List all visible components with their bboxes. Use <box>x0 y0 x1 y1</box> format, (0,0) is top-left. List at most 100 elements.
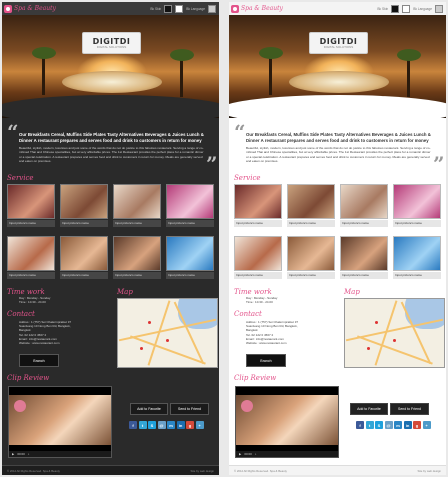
google-icon[interactable]: g <box>186 421 194 429</box>
service-thumbnail[interactable]: Input picture's name <box>60 184 108 227</box>
service-caption: Input picture's name <box>113 272 161 279</box>
play-icon[interactable]: ▶ <box>12 452 14 456</box>
service-image[interactable] <box>166 236 214 271</box>
service-image[interactable] <box>60 184 108 219</box>
email-icon[interactable]: @ <box>384 421 393 429</box>
facebook-icon[interactable]: f <box>129 421 137 429</box>
service-image[interactable] <box>234 236 282 271</box>
send-friend-button[interactable]: Send to Friend <box>390 403 429 415</box>
flower-image <box>241 400 253 412</box>
service-thumbnail[interactable]: Input picture's name <box>340 184 388 227</box>
service-thumbnail[interactable]: Input picture's name <box>113 236 161 279</box>
language-label: Bk Language <box>413 7 432 11</box>
close-quote-icon: ” <box>433 152 445 176</box>
service-thumbnail[interactable]: Input picture's name <box>7 236 55 279</box>
service-thumbnail[interactable]: Input picture's name <box>340 236 388 279</box>
service-image[interactable] <box>113 184 161 219</box>
volume-icon[interactable]: ♪ <box>255 452 257 456</box>
location-map[interactable] <box>344 298 445 368</box>
service-thumbnail[interactable]: Input picture's name <box>393 236 441 279</box>
twitter-icon[interactable]: t <box>138 421 147 429</box>
intro-section: “ Our Breakfasts Cereal, Muffins Side Pl… <box>234 120 445 180</box>
service-thumbnail[interactable]: Input picture's name <box>166 236 214 279</box>
service-image[interactable] <box>7 184 55 219</box>
add-favorite-button[interactable]: Add to Favorite <box>130 403 168 415</box>
skype-icon[interactable]: S <box>148 421 156 429</box>
skin-language-controls: Bk Skin Bk Language <box>150 5 216 13</box>
video-player[interactable]: ▶ 00:00 ♪ <box>235 386 339 458</box>
language-flag-icon[interactable] <box>435 5 443 13</box>
twitter-icon[interactable]: t <box>365 421 374 429</box>
service-image[interactable] <box>393 184 441 219</box>
footer-credit[interactable]: Site by web design <box>418 466 441 475</box>
intro-headline: Our Breakfasts Cereal, Muffins Side Plat… <box>19 132 204 143</box>
service-image[interactable] <box>60 236 108 271</box>
video-player[interactable]: ▶ 00:00 ♪ <box>8 386 112 458</box>
service-image[interactable] <box>234 184 282 219</box>
dark-skin-swatch[interactable] <box>164 5 173 13</box>
skype-icon[interactable]: S <box>375 421 383 429</box>
service-image[interactable] <box>7 236 55 271</box>
hero-wave <box>2 95 219 118</box>
service-thumbnail[interactable]: Input picture's name <box>393 184 441 227</box>
service-caption: Input picture's name <box>393 272 441 279</box>
share-icon[interactable]: + <box>422 421 431 429</box>
email-icon[interactable]: @ <box>157 421 166 429</box>
light-skin-swatch[interactable] <box>402 5 411 13</box>
service-thumbnail[interactable]: Input picture's name <box>7 184 55 227</box>
spa-tub <box>62 71 162 93</box>
play-icon[interactable]: ▶ <box>239 452 241 456</box>
msn-icon[interactable]: m <box>167 421 175 429</box>
contact-website[interactable]: Website : www.restaurant.com <box>19 341 71 345</box>
service-caption: Input picture's name <box>393 220 441 227</box>
branch-button[interactable]: Branch <box>19 354 59 367</box>
service-image[interactable] <box>340 236 388 271</box>
clip-review-title: Clip Review <box>7 374 50 382</box>
service-image[interactable] <box>287 236 335 271</box>
light-skin-swatch[interactable] <box>175 5 184 13</box>
service-thumbnail[interactable]: Input picture's name <box>287 184 335 227</box>
service-thumbnail[interactable]: Input picture's name <box>60 236 108 279</box>
service-image[interactable] <box>287 184 335 219</box>
palm-plant <box>32 47 56 95</box>
light-theme-preview: Spa & Beauty Bk Skin Bk Language DIGITDI… <box>229 2 446 475</box>
google-icon[interactable]: g <box>413 421 421 429</box>
hero-banner: DIGITDI DIGITAL SOLUTIONS <box>2 15 219 118</box>
footer: © 2012 All Rights Reserved. Spa & Beauty… <box>2 465 219 475</box>
dark-skin-swatch[interactable] <box>391 5 400 13</box>
intro-body: Beautiful, stylish, modern, luxurious an… <box>246 146 431 163</box>
footer-credit[interactable]: Site by web design <box>191 466 214 475</box>
msn-icon[interactable]: m <box>394 421 402 429</box>
service-image[interactable] <box>113 236 161 271</box>
service-thumbnail[interactable]: Input picture's name <box>234 236 282 279</box>
branch-button[interactable]: Branch <box>246 354 286 367</box>
open-quote-icon: “ <box>7 120 19 144</box>
brand-logo[interactable]: Spa & Beauty <box>231 4 283 13</box>
send-friend-button[interactable]: Send to Friend <box>170 403 209 415</box>
share-icon[interactable]: + <box>195 421 204 429</box>
service-image[interactable] <box>393 236 441 271</box>
timework-info: Day : Monday - Sunday Time : 10.30 - 24.… <box>19 296 50 304</box>
service-thumbnail[interactable]: Input picture's name <box>166 184 214 227</box>
service-thumbnail[interactable]: Input picture's name <box>113 184 161 227</box>
add-favorite-button[interactable]: Add to Favorite <box>350 403 388 415</box>
facebook-icon[interactable]: f <box>356 421 364 429</box>
brand-name: Spa & Beauty <box>241 5 283 12</box>
language-flag-icon[interactable] <box>208 5 216 13</box>
volume-icon[interactable]: ♪ <box>28 452 30 456</box>
service-thumbnail[interactable]: Input picture's name <box>287 236 335 279</box>
service-image[interactable] <box>340 184 388 219</box>
brand-logo[interactable]: Spa & Beauty <box>4 4 56 13</box>
contact-info: Addres : 1 (757) Soi Chalermprakiet 37 S… <box>246 320 298 345</box>
site-logo[interactable]: DIGITDI DIGITAL SOLUTIONS <box>82 32 141 54</box>
linkedin-icon[interactable]: in <box>403 421 412 429</box>
service-thumbnail[interactable]: Input picture's name <box>234 184 282 227</box>
preview-canvas: Spa & Beauty Bk Skin Bk Language DIGITDI… <box>0 0 448 477</box>
footer: © 2012 All Rights Reserved. Spa & Beauty… <box>229 465 446 475</box>
location-map[interactable] <box>117 298 218 368</box>
linkedin-icon[interactable]: in <box>176 421 185 429</box>
contact-website[interactable]: Website : www.restaurant.com <box>246 341 298 345</box>
service-title: Service <box>7 174 34 182</box>
site-logo[interactable]: DIGITDI DIGITAL SOLUTIONS <box>309 32 368 54</box>
service-image[interactable] <box>166 184 214 219</box>
